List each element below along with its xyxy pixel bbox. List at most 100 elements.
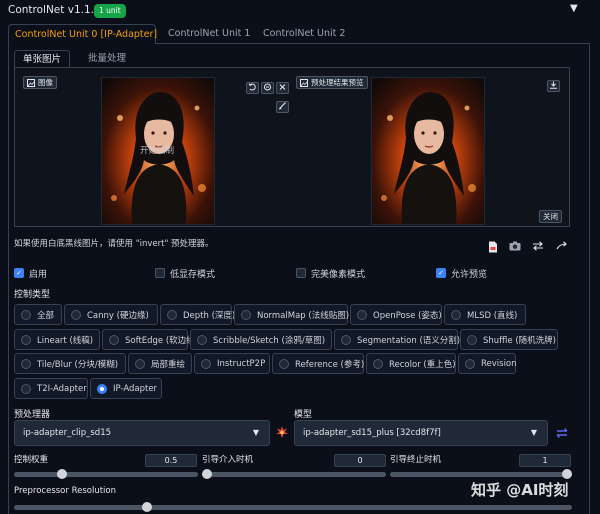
option-label: IP-Adapter [113,383,158,394]
radio-icon [197,334,207,345]
brush-icon[interactable] [276,101,289,113]
preprocessor-select[interactable]: ip-adapter_clip_sd15 ▼ [14,420,270,446]
control-type-all[interactable]: 全部 [14,304,62,325]
preprocessor-resolution-thumb[interactable] [142,502,152,512]
control-weight-input[interactable]: 0.5 [145,454,197,467]
control-weight-thumb[interactable] [57,469,67,479]
control-type-segmentation[interactable]: Segmentation (语义分割) [334,329,461,350]
option-label: MLSD (直线) [467,310,518,321]
camera-glyph [509,241,521,251]
collapse-caret-icon[interactable]: ▼ [570,3,578,14]
portrait-preview [372,78,484,224]
guidance-end-thumb[interactable] [562,469,572,479]
preprocessor-preview-button[interactable]: 预处理结果预览 [296,76,368,89]
checkbox-checked-icon: ✓ [436,268,446,278]
control-type-mlsd[interactable]: MLSD (直线) [444,304,526,325]
option-label: Lineart (线稿) [37,335,94,346]
close-preview-button[interactable]: 关闭 [539,210,562,223]
control-type-revision[interactable]: Revision [458,353,517,374]
watermark: 知乎 @AI时刻 [471,481,569,499]
document-icon[interactable] [488,241,498,256]
send-dimensions-icon[interactable] [556,241,568,254]
download-glyph [550,81,557,89]
guidance-start-input[interactable]: 0 [334,454,386,467]
control-type-softedge[interactable]: SoftEdge (软边缘) [102,329,198,350]
control-type-ip-adapter[interactable]: IP-Adapter [90,378,162,399]
preprocessor-resolution-label: Preprocessor Resolution [14,486,116,496]
control-type-canny[interactable]: Canny (硬边缘) [64,304,158,325]
tab-unit-2[interactable]: ControlNet Unit 2 [257,24,351,44]
radio-icon [357,309,367,320]
option-label: T2I-Adapter [37,383,87,394]
download-icon[interactable] [547,80,560,92]
enable-checkbox[interactable]: ✓ 启用 [14,266,47,280]
allow-preview-checkbox[interactable]: ✓ 允许预览 [436,266,487,280]
control-type-openpose[interactable]: OpenPose (姿态) [350,304,442,325]
clear-glyph [264,83,271,91]
preview-image-icon [300,78,308,87]
radio-icon [279,358,289,369]
checkbox-empty-icon [296,268,306,278]
radio-icon [167,309,177,320]
control-type-scribble[interactable]: Scribble/Sketch (涂鸦/草图) [190,329,332,350]
control-type-t2i-adapter[interactable]: T2I-Adapter [14,378,88,399]
preprocessor-preview-image [371,77,485,225]
send-glyph [556,241,567,250]
swap-icon[interactable] [532,241,544,254]
control-type-recolor[interactable]: Recolor (重上色) [366,353,456,374]
radio-icon [21,309,31,320]
tab-batch[interactable]: 批量处理 [80,50,134,68]
option-label: Reference (参考) [295,359,365,370]
low-vram-checkbox[interactable]: 低显存模式 [155,266,215,280]
guidance-end-slider[interactable] [390,472,572,477]
start-drawing-hint: 开始绘制 [140,146,175,156]
control-type-tile-blur[interactable]: Tile/Blur (分块/模糊) [14,353,126,374]
checkbox-checked-icon: ✓ [14,268,24,278]
undo-icon[interactable] [246,82,259,94]
camera-icon[interactable] [509,241,521,254]
document-glyph [489,241,497,253]
close-icon[interactable] [276,82,289,94]
control-type-depth[interactable]: Depth (深度) [160,304,235,325]
brush-glyph [279,102,286,110]
preprocessor-label: 预处理器 [14,410,51,420]
control-type-reference[interactable]: Reference (参考) [272,353,364,374]
control-type-lineart[interactable]: Lineart (线稿) [14,329,100,350]
image-label-text: 图像 [38,78,53,87]
control-type-shuffle[interactable]: Shuffle (随机洗牌) [460,329,558,350]
model-value: ip-adapter_sd15_plus [32cd8f7f] [303,428,441,438]
option-label: Segmentation (语义分割) [357,335,461,346]
tab-unit-0[interactable]: ControlNet Unit 0 [IP-Adapter] [8,24,157,44]
preprocessor-resolution-slider[interactable] [14,505,572,510]
control-type-normalmap[interactable]: NormalMap (法线贴图) [234,304,350,325]
option-label: SoftEdge (软边缘) [125,335,198,346]
tab-single-image[interactable]: 单张图片 [14,50,71,68]
clear-icon[interactable] [261,82,274,94]
model-select[interactable]: ip-adapter_sd15_plus [32cd8f7f] ▼ [294,420,548,446]
explosion-glyph [276,426,288,438]
radio-icon [109,334,119,345]
guidance-start-thumb[interactable] [202,469,212,479]
radio-icon [71,309,81,320]
control-weight-slider[interactable] [14,472,198,477]
radio-icon [467,334,477,345]
pixel-perfect-label: 完美像素模式 [311,269,366,280]
refresh-models-icon[interactable] [556,427,568,442]
option-label: NormalMap (法线贴图) [257,310,350,321]
guidance-end-label: 引导终止时机 [390,455,442,465]
swap-glyph [533,241,543,251]
guidance-end-input[interactable]: 1 [519,454,571,467]
low-vram-label: 低显存模式 [170,269,216,280]
allow-preview-label: 允许预览 [451,269,488,280]
radio-icon [373,358,383,369]
run-preprocessor-icon[interactable] [276,426,288,441]
option-label: OpenPose (姿态) [373,310,442,321]
control-type-inpaint[interactable]: 局部重绘 [128,353,192,374]
image-label: 图像 [23,76,57,89]
pixel-perfect-checkbox[interactable]: 完美像素模式 [296,266,365,280]
guidance-start-slider[interactable] [202,472,386,477]
option-label: InstructP2P [217,358,266,369]
control-type-instructp2p[interactable]: InstructP2P [194,353,270,374]
tab-unit-1[interactable]: ControlNet Unit 1 [162,24,256,44]
undo-glyph [248,83,256,91]
